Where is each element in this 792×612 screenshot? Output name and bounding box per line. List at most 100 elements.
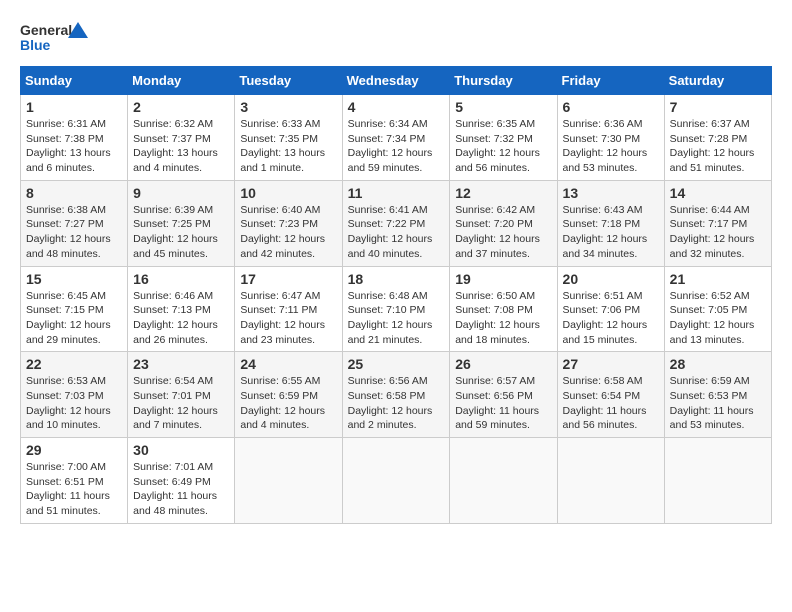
- day-info: Sunrise: 6:50 AMSunset: 7:08 PMDaylight:…: [455, 289, 551, 348]
- day-info: Sunrise: 6:41 AMSunset: 7:22 PMDaylight:…: [348, 203, 445, 262]
- day-number: 25: [348, 356, 445, 372]
- calendar-week-row: 29Sunrise: 7:00 AMSunset: 6:51 PMDayligh…: [21, 438, 772, 524]
- weekday-header: Friday: [557, 67, 664, 95]
- calendar-cell: 28 Sunrise: 6:59 AMSunset: 6:53 PMDayligh…: [664, 352, 771, 438]
- calendar-week-row: 15Sunrise: 6:45 AMSunset: 7:15 PMDayligh…: [21, 266, 772, 352]
- day-number: 22: [26, 356, 122, 372]
- calendar-cell: 7Sunrise: 6:37 AMSunset: 7:28 PMDaylight…: [664, 95, 771, 181]
- calendar-cell: 19 Sunrise: 6:50 AMSunset: 7:08 PMDayligh…: [450, 266, 557, 352]
- day-info: Sunrise: 7:00 AMSunset: 6:51 PMDaylight:…: [26, 460, 122, 519]
- calendar-cell: 26 Sunrise: 6:57 AMSunset: 6:56 PMDayligh…: [450, 352, 557, 438]
- day-info: Sunrise: 6:36 AMSunset: 7:30 PMDaylight:…: [563, 117, 659, 176]
- day-number: 3: [240, 99, 336, 115]
- day-info: Sunrise: 6:34 AMSunset: 7:34 PMDaylight:…: [348, 117, 445, 176]
- day-number: 4: [348, 99, 445, 115]
- day-info: Sunrise: 6:53 AMSunset: 7:03 PMDaylight:…: [26, 374, 122, 433]
- calendar-cell: 1 Sunrise: 6:31 AMSunset: 7:38 PMDaylight…: [21, 95, 128, 181]
- calendar-cell: 18 Sunrise: 6:48 AMSunset: 7:10 PMDayligh…: [342, 266, 450, 352]
- day-info: Sunrise: 6:48 AMSunset: 7:10 PMDaylight:…: [348, 289, 445, 348]
- day-info: Sunrise: 6:38 AMSunset: 7:27 PMDaylight:…: [26, 203, 122, 262]
- logo-svg: GeneralBlue: [20, 20, 90, 56]
- calendar-cell: 6 Sunrise: 6:36 AMSunset: 7:30 PMDaylight…: [557, 95, 664, 181]
- calendar-cell: 16 Sunrise: 6:46 AMSunset: 7:13 PMDayligh…: [128, 266, 235, 352]
- calendar-cell: [664, 438, 771, 524]
- day-number: 12: [455, 185, 551, 201]
- calendar-cell: 14 Sunrise: 6:44 AMSunset: 7:17 PMDayligh…: [664, 180, 771, 266]
- day-info: Sunrise: 6:39 AMSunset: 7:25 PMDaylight:…: [133, 203, 229, 262]
- calendar-table: SundayMondayTuesdayWednesdayThursdayFrid…: [20, 66, 772, 524]
- calendar-cell: 30Sunrise: 7:01 AMSunset: 6:49 PMDayligh…: [128, 438, 235, 524]
- day-number: 2: [133, 99, 229, 115]
- day-info: Sunrise: 6:44 AMSunset: 7:17 PMDaylight:…: [670, 203, 766, 262]
- weekday-header: Saturday: [664, 67, 771, 95]
- calendar-header-row: SundayMondayTuesdayWednesdayThursdayFrid…: [21, 67, 772, 95]
- calendar-cell: 29Sunrise: 7:00 AMSunset: 6:51 PMDayligh…: [21, 438, 128, 524]
- day-number: 14: [670, 185, 766, 201]
- weekday-header: Wednesday: [342, 67, 450, 95]
- day-number: 1: [26, 99, 122, 115]
- calendar-cell: 27Sunrise: 6:58 AMSunset: 6:54 PMDayligh…: [557, 352, 664, 438]
- calendar-cell: 5 Sunrise: 6:35 AMSunset: 7:32 PMDaylight…: [450, 95, 557, 181]
- day-info: Sunrise: 6:37 AMSunset: 7:28 PMDaylight:…: [670, 117, 766, 176]
- day-info: Sunrise: 6:32 AMSunset: 7:37 PMDaylight:…: [133, 117, 229, 176]
- day-info: Sunrise: 6:51 AMSunset: 7:06 PMDaylight:…: [563, 289, 659, 348]
- day-number: 17: [240, 271, 336, 287]
- calendar-cell: 20 Sunrise: 6:51 AMSunset: 7:06 PMDayligh…: [557, 266, 664, 352]
- weekday-header: Monday: [128, 67, 235, 95]
- weekday-header: Thursday: [450, 67, 557, 95]
- day-number: 19: [455, 271, 551, 287]
- day-number: 9: [133, 185, 229, 201]
- calendar-cell: 17 Sunrise: 6:47 AMSunset: 7:11 PMDayligh…: [235, 266, 342, 352]
- day-number: 21: [670, 271, 766, 287]
- calendar-cell: 4 Sunrise: 6:34 AMSunset: 7:34 PMDaylight…: [342, 95, 450, 181]
- day-number: 16: [133, 271, 229, 287]
- calendar-week-row: 22 Sunrise: 6:53 AMSunset: 7:03 PMDayligh…: [21, 352, 772, 438]
- day-info: Sunrise: 6:56 AMSunset: 6:58 PMDaylight:…: [348, 374, 445, 433]
- day-number: 28: [670, 356, 766, 372]
- day-number: 15: [26, 271, 122, 287]
- day-info: Sunrise: 6:54 AMSunset: 7:01 PMDaylight:…: [133, 374, 229, 433]
- calendar-cell: 15Sunrise: 6:45 AMSunset: 7:15 PMDayligh…: [21, 266, 128, 352]
- day-info: Sunrise: 7:01 AMSunset: 6:49 PMDaylight:…: [133, 460, 229, 519]
- day-info: Sunrise: 6:58 AMSunset: 6:54 PMDaylight:…: [563, 374, 659, 433]
- day-info: Sunrise: 6:35 AMSunset: 7:32 PMDaylight:…: [455, 117, 551, 176]
- calendar-cell: 3Sunrise: 6:33 AMSunset: 7:35 PMDaylight…: [235, 95, 342, 181]
- calendar-cell: 22 Sunrise: 6:53 AMSunset: 7:03 PMDayligh…: [21, 352, 128, 438]
- day-info: Sunrise: 6:55 AMSunset: 6:59 PMDaylight:…: [240, 374, 336, 433]
- day-info: Sunrise: 6:47 AMSunset: 7:11 PMDaylight:…: [240, 289, 336, 348]
- day-number: 10: [240, 185, 336, 201]
- day-info: Sunrise: 6:59 AMSunset: 6:53 PMDaylight:…: [670, 374, 766, 433]
- day-info: Sunrise: 6:46 AMSunset: 7:13 PMDaylight:…: [133, 289, 229, 348]
- calendar-cell: 23 Sunrise: 6:54 AMSunset: 7:01 PMDayligh…: [128, 352, 235, 438]
- day-number: 18: [348, 271, 445, 287]
- day-number: 8: [26, 185, 122, 201]
- page-header: GeneralBlue: [20, 20, 772, 56]
- calendar-cell: 25 Sunrise: 6:56 AMSunset: 6:58 PMDayligh…: [342, 352, 450, 438]
- logo: GeneralBlue: [20, 20, 90, 56]
- day-info: Sunrise: 6:42 AMSunset: 7:20 PMDaylight:…: [455, 203, 551, 262]
- calendar-cell: 24 Sunrise: 6:55 AMSunset: 6:59 PMDayligh…: [235, 352, 342, 438]
- calendar-cell: 10Sunrise: 6:40 AMSunset: 7:23 PMDayligh…: [235, 180, 342, 266]
- calendar-cell: 12 Sunrise: 6:42 AMSunset: 7:20 PMDayligh…: [450, 180, 557, 266]
- svg-text:General: General: [20, 22, 72, 38]
- day-number: 20: [563, 271, 659, 287]
- day-info: Sunrise: 6:31 AMSunset: 7:38 PMDaylight:…: [26, 117, 122, 176]
- day-info: Sunrise: 6:43 AMSunset: 7:18 PMDaylight:…: [563, 203, 659, 262]
- calendar-cell: [342, 438, 450, 524]
- day-number: 6: [563, 99, 659, 115]
- calendar-cell: 9 Sunrise: 6:39 AMSunset: 7:25 PMDaylight…: [128, 180, 235, 266]
- calendar-cell: [557, 438, 664, 524]
- calendar-cell: [235, 438, 342, 524]
- calendar-cell: 2 Sunrise: 6:32 AMSunset: 7:37 PMDaylight…: [128, 95, 235, 181]
- calendar-cell: 8 Sunrise: 6:38 AMSunset: 7:27 PMDaylight…: [21, 180, 128, 266]
- weekday-header: Sunday: [21, 67, 128, 95]
- day-number: 24: [240, 356, 336, 372]
- calendar-cell: 21Sunrise: 6:52 AMSunset: 7:05 PMDayligh…: [664, 266, 771, 352]
- day-number: 23: [133, 356, 229, 372]
- day-number: 13: [563, 185, 659, 201]
- day-number: 26: [455, 356, 551, 372]
- day-number: 5: [455, 99, 551, 115]
- calendar-cell: 13 Sunrise: 6:43 AMSunset: 7:18 PMDayligh…: [557, 180, 664, 266]
- day-info: Sunrise: 6:57 AMSunset: 6:56 PMDaylight:…: [455, 374, 551, 433]
- calendar-week-row: 8 Sunrise: 6:38 AMSunset: 7:27 PMDaylight…: [21, 180, 772, 266]
